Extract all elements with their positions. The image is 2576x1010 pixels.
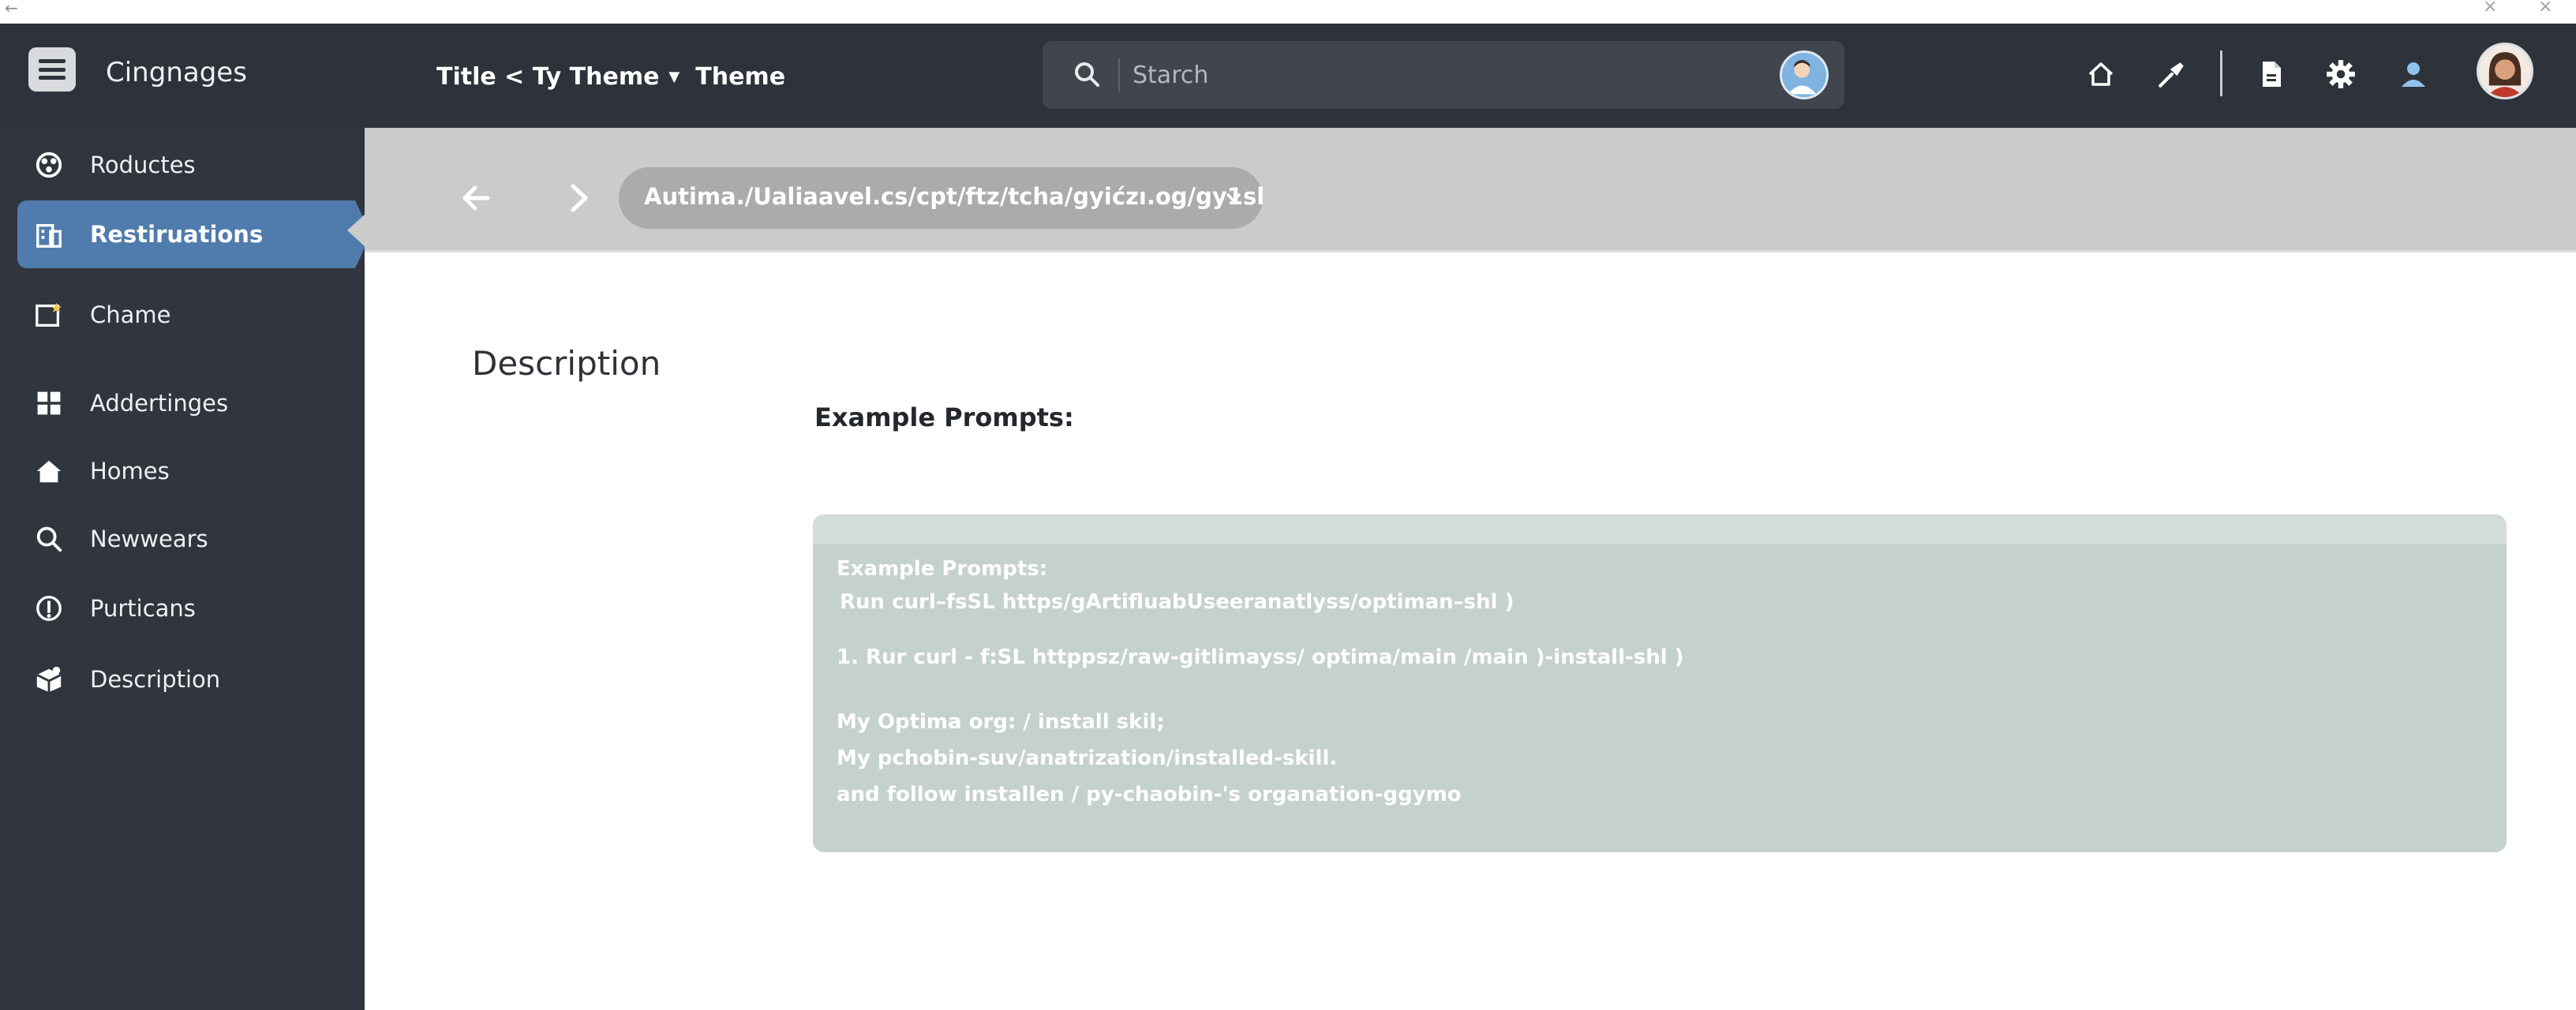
prompt-line[interactable]: My pchobin-suv/anatrization/installed-sk… [837, 746, 1337, 770]
window-close-icon-2[interactable]: × [2538, 0, 2552, 16]
sidebar-item-roductes[interactable]: Roductes [17, 131, 355, 199]
search-icon [32, 522, 66, 556]
example-prompts-heading: Example Prompts: [814, 402, 1074, 432]
sidebar-item-addertinges[interactable]: Addertinges [17, 369, 355, 437]
prompt-box-heading: Example Prompts: [837, 557, 1048, 581]
search-icon[interactable] [1073, 60, 1101, 88]
sidebar-item-restiruations[interactable]: Restiruations [17, 200, 371, 268]
document-icon[interactable] [2249, 52, 2293, 96]
package-icon [32, 662, 66, 697]
search-input[interactable] [1133, 54, 1685, 96]
window-close-icon[interactable]: × [2483, 0, 2497, 16]
sidebar-item-homes[interactable]: Homes [17, 437, 355, 505]
sidebar-item-chame[interactable]: Chame [17, 281, 355, 349]
window-chrome: ← × × [0, 0, 2576, 24]
home-icon [32, 454, 66, 488]
prompt-line[interactable]: and follow installen / py-chaobin-'s org… [837, 783, 1462, 806]
url-field[interactable]: Autima./Ualiaavel.cs/cpt/ftz/tcha/gyićzı… [619, 167, 1264, 229]
gear-grid-icon [32, 148, 66, 182]
prompt-line[interactable]: My Optima org: / install skil; [837, 710, 1165, 734]
toolbar-separator [2220, 50, 2222, 96]
search-divider [1118, 58, 1120, 92]
page-title: Description [472, 344, 661, 383]
window-back-icon[interactable]: ← [5, 0, 18, 16]
prompt-line[interactable]: Run curl–fsSL https/gArtifluabUseeranatl… [840, 590, 1514, 614]
breadcrumb: Title < Ty Theme ▼ Theme [436, 63, 785, 91]
sidebar-item-label: Chame [90, 301, 171, 328]
building-icon [32, 217, 66, 252]
gear-icon[interactable] [2319, 52, 2363, 96]
forward-arrow-icon[interactable] [559, 178, 598, 218]
top-bar: Cingnages Title < Ty Theme ▼ Theme [0, 24, 2576, 128]
sidebar-item-label: Addertinges [90, 390, 229, 417]
info-icon [32, 591, 66, 626]
menu-button[interactable] [28, 47, 76, 92]
pin-tool-icon[interactable] [2150, 52, 2194, 96]
sidebar-item-label: Purticans [90, 595, 196, 622]
sidebar-item-label: Newwears [90, 526, 208, 552]
user-icon[interactable] [2391, 52, 2436, 96]
search-bar [1043, 41, 1844, 109]
sidebar-item-label: Restiruations [90, 221, 264, 248]
sidebar-item-newwears[interactable]: Newwears [17, 505, 355, 573]
chevron-down-icon[interactable] [1222, 186, 1245, 210]
prompt-box-header [813, 514, 2507, 544]
breadcrumb-theme[interactable]: Theme [695, 63, 785, 91]
search-avatar[interactable] [1780, 50, 1829, 99]
star-note-icon [32, 297, 66, 332]
sidebar-item-purticans[interactable]: Purticans [17, 574, 355, 642]
app-name: Cingnages [106, 57, 247, 88]
hamburger-icon [39, 59, 66, 80]
breadcrumb-main[interactable]: Title < Ty Theme [436, 63, 659, 91]
sidebar-item-label: Roductes [90, 152, 196, 178]
example-prompts-box[interactable]: Example Prompts: Run curl–fsSL https/gAr… [813, 514, 2507, 852]
chevron-down-icon[interactable]: ▼ [668, 69, 680, 85]
back-arrow-icon[interactable] [456, 178, 496, 218]
sidebar: Roductes Restiruations Chame Addertinges… [0, 128, 371, 1010]
profile-avatar[interactable] [2477, 43, 2533, 99]
home-icon[interactable] [2079, 52, 2123, 96]
prompt-line[interactable]: 1. Rur curl - f:SL httppsz/raw-gitlimays… [837, 645, 1684, 669]
sidebar-item-description[interactable]: Description [17, 645, 355, 713]
tiles-icon [32, 386, 66, 421]
sidebar-item-label: Description [90, 666, 221, 693]
url-text[interactable]: Autima./Ualiaavel.cs/cpt/ftz/tcha/gyićzı… [644, 183, 1264, 210]
sidebar-item-label: Homes [90, 458, 170, 484]
active-item-notch [347, 213, 366, 248]
